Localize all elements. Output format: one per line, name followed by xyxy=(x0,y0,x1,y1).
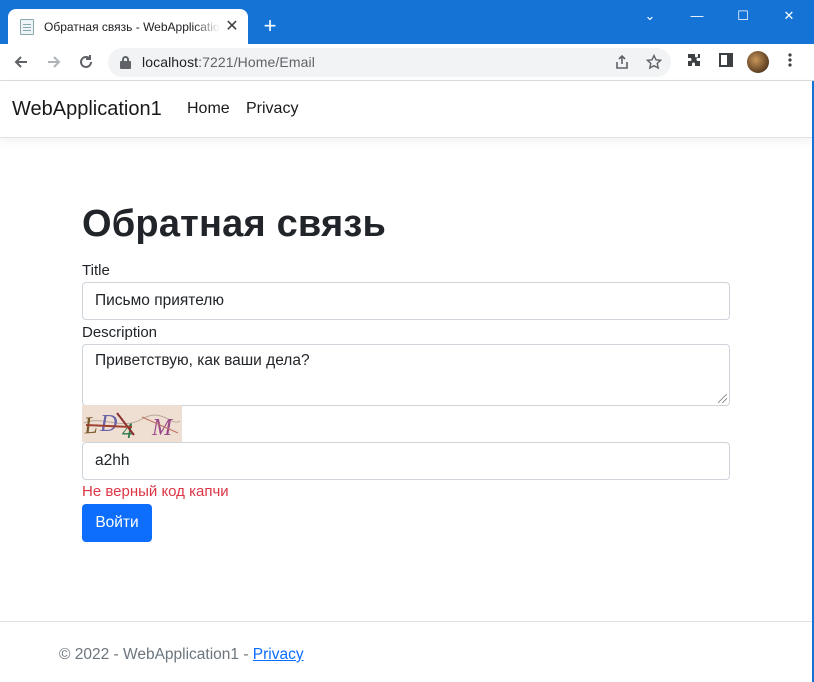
share-icon[interactable] xyxy=(612,52,632,72)
captcha-input[interactable]: a2hh xyxy=(82,442,730,480)
footer-privacy-link[interactable]: Privacy xyxy=(253,646,304,663)
back-arrow-icon[interactable] xyxy=(9,50,33,74)
lock-icon[interactable] xyxy=(120,56,131,69)
menu-dots-icon[interactable] xyxy=(780,52,800,72)
maximize-button[interactable]: ☐ xyxy=(720,4,766,28)
browser-titlebar: Обратная связь - WebApplication1 ✕ + ⌄ —… xyxy=(0,0,814,44)
submit-button[interactable]: Войти xyxy=(82,504,152,542)
captcha-error-message: Не верный код капчи xyxy=(82,483,229,500)
captcha-image: L D 4 M xyxy=(82,405,182,442)
site-navbar: WebApplication1 Home Privacy xyxy=(0,81,814,138)
browser-tab[interactable]: Обратная связь - WebApplication1 ✕ xyxy=(8,9,248,44)
avatar[interactable] xyxy=(747,51,769,73)
tab-close-icon[interactable]: ✕ xyxy=(224,18,240,35)
close-window-button[interactable]: ✕ xyxy=(766,4,812,28)
minimize-button[interactable]: — xyxy=(674,4,720,28)
description-label: Description xyxy=(82,324,158,341)
nav-link-home[interactable]: Home xyxy=(187,100,230,118)
extensions-icon[interactable] xyxy=(684,52,704,72)
tab-title: Обратная связь - WebApplication1 xyxy=(44,19,220,34)
reload-icon[interactable] xyxy=(74,50,98,74)
description-textarea[interactable]: Приветствую, как ваши дела? xyxy=(82,344,730,406)
title-input[interactable]: Письмо приятелю xyxy=(82,282,730,320)
url-text[interactable]: localhost:7221/Home/Email xyxy=(142,54,315,70)
browser-toolbar: localhost:7221/Home/Email xyxy=(0,44,814,81)
forward-arrow-icon[interactable] xyxy=(42,50,66,74)
title-label: Title xyxy=(82,262,110,279)
resize-grip-icon[interactable] xyxy=(718,394,727,403)
navbar-brand[interactable]: WebApplication1 xyxy=(12,98,162,121)
svg-text:D: D xyxy=(99,411,117,437)
star-icon[interactable] xyxy=(644,52,664,72)
sidepanel-icon[interactable] xyxy=(716,52,736,72)
favicon-icon xyxy=(20,18,34,35)
svg-text:M: M xyxy=(151,415,174,441)
page-title: Обратная связь xyxy=(82,203,387,245)
footer-text: © 2022 - WebApplication1 - Privacy xyxy=(59,646,304,663)
page-content: WebApplication1 Home Privacy Обратная св… xyxy=(0,81,814,682)
new-tab-button[interactable]: + xyxy=(258,14,282,38)
site-footer: © 2022 - WebApplication1 - Privacy xyxy=(0,621,812,682)
nav-link-privacy[interactable]: Privacy xyxy=(246,100,298,118)
tab-search-icon[interactable]: ⌄ xyxy=(627,4,673,28)
address-bar[interactable]: localhost:7221/Home/Email xyxy=(108,48,671,77)
description-text: Приветствую, как ваши дела? xyxy=(95,352,310,369)
